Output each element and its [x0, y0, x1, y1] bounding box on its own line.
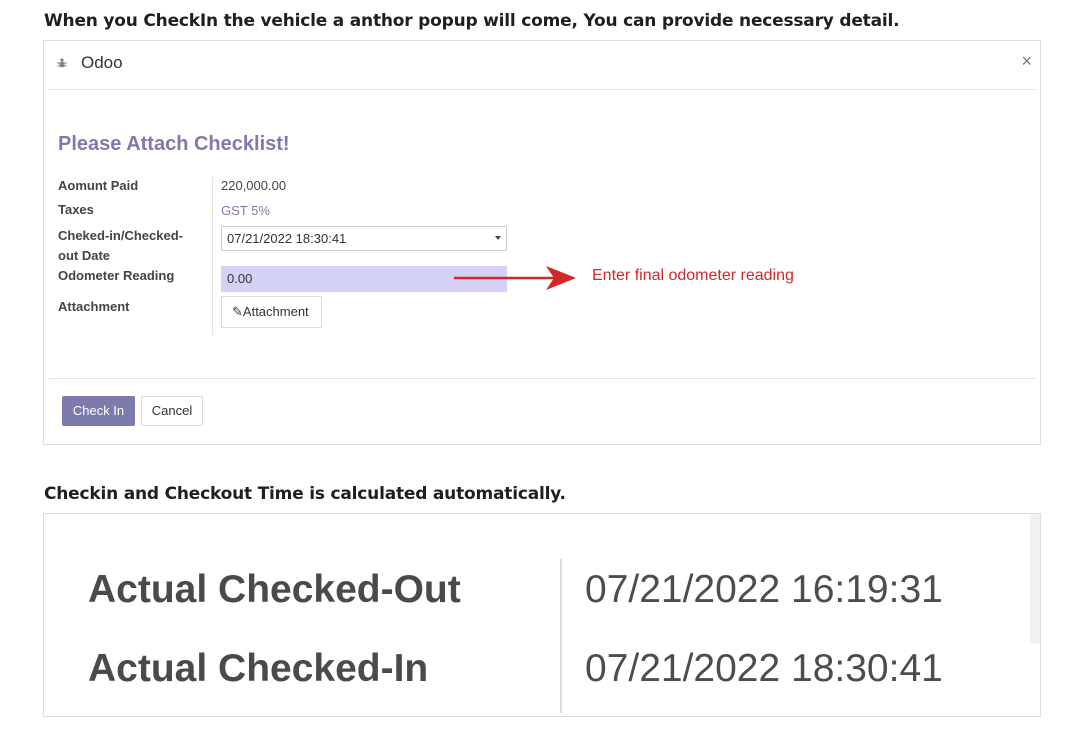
checked-in-value: 07/21/2022 18:30:41 [585, 647, 943, 690]
taxes-label: Taxes [58, 202, 94, 217]
odometer-annotation: Enter final odometer reading [592, 267, 794, 284]
attachment-button[interactable]: ✎Attachment [221, 296, 322, 328]
checklist-title: Please Attach Checklist! [58, 133, 290, 155]
dialog-title: Odoo [81, 53, 123, 72]
dialog-header: Odoo × [49, 41, 1035, 90]
cancel-button[interactable]: Cancel [141, 396, 203, 426]
auto-calc-heading: Checkin and Checkout Time is calculated … [44, 484, 566, 504]
checkin-date-value: 07/21/2022 18:30:41 [227, 231, 347, 246]
odometer-label: Odometer Reading [58, 268, 175, 283]
attachment-label: Attachment [58, 299, 130, 314]
checkin-dialog: Odoo × Please Attach Checklist! Aomunt P… [43, 40, 1041, 445]
checkin-date-label: Cheked-in/Checked-out Date [58, 228, 183, 263]
checkin-date-select[interactable]: 07/21/2022 18:30:41 [221, 226, 507, 251]
close-icon[interactable]: × [1021, 51, 1032, 72]
amount-paid-label: Aomunt Paid [58, 178, 139, 193]
field-divider [212, 177, 213, 335]
taxes-value-link[interactable]: GST 5% [221, 203, 270, 218]
checked-out-label: Actual Checked-Out [88, 568, 461, 611]
caret-down-icon [495, 236, 501, 240]
panel-edge [1030, 514, 1040, 644]
annotation-arrow [454, 266, 576, 290]
attachment-button-label: Attachment [242, 304, 309, 319]
check-in-button[interactable]: Check In [62, 396, 135, 426]
intro-heading: When you CheckIn the vehicle a anthor po… [44, 11, 900, 31]
times-divider [560, 559, 562, 713]
checkin-times-panel: Actual Checked-Out 07/21/2022 16:19:31 A… [43, 513, 1041, 717]
amount-paid-value: 220,000.00 [221, 178, 287, 193]
checked-out-value: 07/21/2022 16:19:31 [585, 568, 943, 611]
checked-in-label: Actual Checked-In [88, 647, 429, 690]
bug-icon [57, 58, 67, 68]
paperclip-icon: ✎ [232, 304, 243, 319]
dialog-footer-divider [49, 378, 1035, 380]
